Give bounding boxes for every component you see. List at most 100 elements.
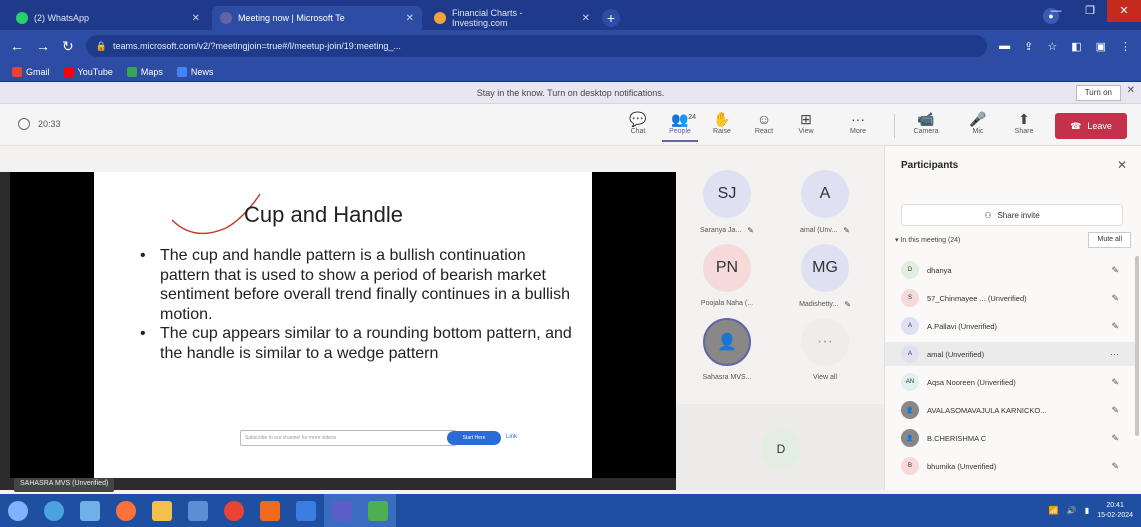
taskbar-files[interactable] — [72, 494, 108, 527]
react-button[interactable]: ☺ React — [746, 110, 782, 142]
raise-hand-button[interactable]: ✋ Raise — [704, 110, 740, 142]
avatar: PN — [703, 244, 751, 292]
share-page-icon[interactable]: ⇪ — [1024, 40, 1033, 53]
leave-button[interactable]: ☎ Leave — [1055, 113, 1127, 139]
gmail-icon — [12, 66, 22, 77]
taskbar-explorer[interactable] — [144, 494, 180, 527]
close-icon[interactable]: ✕ — [406, 13, 414, 24]
participant-row[interactable]: Aamal (Unverified) ··· — [885, 342, 1135, 366]
camera-blocked-icon[interactable]: ▬ — [999, 40, 1010, 53]
participant-row[interactable]: AN Aqsa Nooreen (Unverified) ✎ — [885, 370, 1135, 394]
menu-icon[interactable]: ⋮ — [1120, 40, 1131, 53]
star-icon[interactable]: ☆ — [1047, 40, 1057, 53]
tab-teams-meeting[interactable]: Meeting now | Microsoft Te ✕ — [212, 6, 422, 30]
taskbar-green-app[interactable] — [360, 494, 396, 527]
more-icon: ··· — [801, 318, 849, 366]
maximize-icon[interactable]: ❐ — [1073, 0, 1107, 22]
slide-bullets: The cup and handle pattern is a bullish … — [136, 246, 576, 363]
participant-row[interactable]: Ddhanya ✎ — [885, 258, 1135, 282]
avatar: A — [901, 345, 919, 363]
bookmark-gmail[interactable]: Gmail — [12, 66, 50, 77]
new-tab-button[interactable]: + — [602, 9, 620, 27]
sidepanel-icon[interactable]: ◧ — [1071, 40, 1081, 53]
mic-off-icon: ✎ — [1111, 432, 1119, 443]
participant-row[interactable]: Bbhumika (Unverified) ✎ — [885, 454, 1135, 478]
people-button[interactable]: 👥 24 People — [662, 110, 698, 142]
more-icon: ··· — [851, 111, 865, 127]
view-all-tile[interactable]: ··· View all — [778, 318, 872, 381]
taskbar-firefox[interactable] — [108, 494, 144, 527]
youtube-icon — [63, 66, 74, 77]
mute-all-button[interactable]: Mute all — [1088, 232, 1131, 248]
participant-tile[interactable]: PN Poojala Naha (... — [680, 244, 774, 307]
share-button[interactable]: ⬆ Share — [1006, 110, 1042, 142]
tab-investing[interactable]: Financial Charts - Investing.com ✕ — [426, 6, 598, 30]
forward-icon[interactable]: → — [36, 38, 50, 54]
reload-icon[interactable]: ↻ — [62, 38, 74, 55]
participant-tile[interactable]: SJ Saranya Ja... ✎ — [680, 170, 774, 235]
people-icon: 👥 — [671, 111, 689, 127]
battery-icon[interactable]: ▮ — [1085, 506, 1089, 515]
taskbar-app[interactable] — [288, 494, 324, 527]
network-icon[interactable]: 📶 — [1049, 506, 1059, 515]
mic-off-icon: ✎ — [843, 226, 850, 235]
address-icons: ▬ ⇪ ☆ ◧ ▣ ⋮ — [999, 40, 1131, 53]
panel-scrollbar[interactable] — [1135, 256, 1139, 436]
media-icon — [260, 500, 280, 521]
participant-row[interactable]: 👤 AVALASOMAVAJULA KARNICKO... ✎ — [885, 398, 1135, 422]
camera-button[interactable]: 📹 Camera — [908, 110, 944, 142]
person-icon: 👤 — [901, 429, 919, 447]
video-gallery: SJ Saranya Ja... ✎ A amal (Unv... ✎ PN Poo… — [676, 146, 884, 490]
taskbar-chrome[interactable] — [216, 494, 252, 527]
close-icon[interactable]: ✕ — [192, 13, 200, 24]
camera-off-icon: 📹 — [917, 111, 935, 127]
address-text: teams.microsoft.com/v2/?meetingjoin=true… — [112, 41, 401, 51]
tab-label: Financial Charts - Investing.com — [452, 8, 523, 28]
chat-button[interactable]: 💬 Chat — [620, 110, 656, 142]
bookmark-youtube[interactable]: YouTube — [63, 66, 113, 77]
taskbar-media[interactable] — [252, 494, 288, 527]
participant-row[interactable]: S 57_Chinmayee ... (Unverified) ✎ — [885, 286, 1135, 310]
presentation-slide: Cup and Handle The cup and handle patter… — [94, 172, 592, 478]
tab-whatsapp[interactable]: (2) WhatsApp ✕ — [8, 6, 208, 30]
taskbar-clock[interactable]: 20:41 15-02-2024 — [1097, 501, 1133, 521]
avatar: B — [901, 457, 919, 475]
slide-subscribe-bar: Subscribe to our channel for more videos… — [240, 430, 517, 446]
participant-tile[interactable]: MG Madishetty... ✎ — [778, 244, 872, 309]
mic-off-icon: ✎ — [1111, 292, 1119, 303]
taskbar-teams[interactable] — [324, 494, 360, 527]
start-button[interactable] — [0, 494, 36, 527]
minimize-icon[interactable]: — — [1039, 0, 1073, 22]
close-icon[interactable]: ✕ — [582, 13, 590, 24]
back-icon[interactable]: ← — [10, 38, 24, 54]
turn-on-button[interactable]: Turn on — [1075, 85, 1121, 101]
taskbar-edge[interactable] — [36, 494, 72, 527]
bookmark-maps[interactable]: Maps — [126, 66, 163, 77]
avatar[interactable]: D — [761, 429, 801, 469]
extension-icon[interactable]: ▣ — [1096, 40, 1106, 53]
banner-close-icon[interactable]: ✕ — [1127, 85, 1135, 96]
bookmark-news[interactable]: News — [176, 66, 213, 77]
share-invite-button[interactable]: ⚇ Share invite — [901, 204, 1123, 226]
teams-icon — [332, 500, 352, 521]
more-options-icon[interactable]: ··· — [1110, 349, 1119, 359]
clock-date: 15-02-2024 — [1097, 511, 1133, 519]
close-icon[interactable]: ✕ — [1117, 158, 1127, 172]
participant-row[interactable]: A A.Pallavi (Unverified) ✎ — [885, 314, 1135, 338]
participant-tile[interactable]: 👤 Sahasra MVS... — [680, 318, 774, 381]
phone-hangup-icon: ☎ — [1070, 120, 1082, 131]
mic-button[interactable]: 🎤 Mic — [960, 110, 996, 142]
window-close-icon[interactable]: ✕ — [1107, 0, 1141, 22]
add-person-icon: ⚇ — [984, 210, 992, 220]
taskbar-store[interactable] — [180, 494, 216, 527]
participant-tile[interactable]: A amal (Unv... ✎ — [778, 170, 872, 235]
notification-banner: Stay in the know. Turn on desktop notifi… — [0, 82, 1141, 104]
in-meeting-header[interactable]: ▾ In this meeting (24) — [895, 236, 960, 244]
volume-icon[interactable]: 🔊 — [1067, 506, 1077, 515]
participant-row[interactable]: 👤 B.CHERISHMA C ✎ — [885, 426, 1135, 450]
windows-logo-icon — [8, 500, 28, 521]
view-button[interactable]: ⊞ View — [788, 110, 824, 142]
address-input[interactable]: 🔒 teams.microsoft.com/v2/?meetingjoin=tr… — [85, 35, 988, 57]
more-button[interactable]: ··· More — [840, 110, 876, 142]
meeting-timer: 20:33 — [18, 118, 61, 130]
